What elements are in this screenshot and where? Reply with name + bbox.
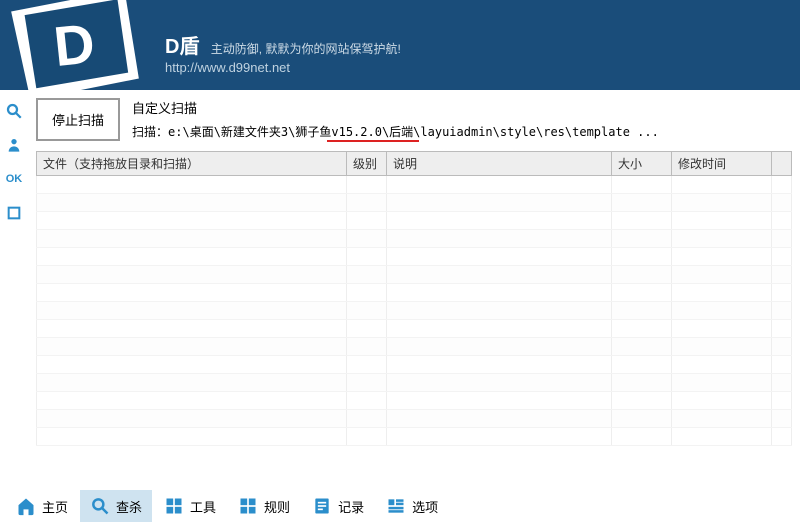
sidebar-ok-label[interactable]: OK bbox=[3, 168, 25, 190]
tab-options-label: 选项 bbox=[412, 497, 438, 516]
results-table[interactable]: 文件（支持拖放目录和扫描） 级别 说明 大小 修改时间 bbox=[36, 151, 792, 446]
col-size[interactable]: 大小 bbox=[612, 152, 672, 176]
table-row bbox=[37, 302, 792, 320]
stop-scan-button[interactable]: 停止扫描 bbox=[36, 98, 120, 141]
table-row bbox=[37, 266, 792, 284]
tab-scan[interactable]: 查杀 bbox=[80, 490, 152, 522]
col-mtime[interactable]: 修改时间 bbox=[672, 152, 772, 176]
tab-home[interactable]: 主页 bbox=[6, 490, 78, 522]
tab-rules-label: 规则 bbox=[264, 497, 290, 516]
scan-title: 自定义扫描 bbox=[132, 98, 792, 117]
table-row bbox=[37, 338, 792, 356]
content-area: 停止扫描 自定义扫描 扫描：e:\桌面\新建文件夹3\狮子鱼v15.2.0\后端… bbox=[28, 90, 800, 470]
tab-tools[interactable]: 工具 bbox=[154, 490, 226, 522]
results-body bbox=[37, 176, 792, 446]
table-row bbox=[37, 320, 792, 338]
app-subtitle: 主动防御, 默默为你的网站保驾护航! bbox=[211, 42, 401, 56]
tab-scan-label: 查杀 bbox=[116, 497, 142, 516]
tab-log-label: 记录 bbox=[338, 497, 364, 516]
table-row bbox=[37, 176, 792, 194]
scan-path-highlight bbox=[327, 140, 419, 142]
table-row bbox=[37, 248, 792, 266]
sidebar-square-icon[interactable] bbox=[3, 202, 25, 224]
table-row bbox=[37, 374, 792, 392]
scan-path: 扫描：e:\桌面\新建文件夹3\狮子鱼v15.2.0\后端\layuiadmin… bbox=[132, 123, 659, 140]
tab-log[interactable]: 记录 bbox=[302, 490, 374, 522]
options-icon bbox=[386, 496, 406, 516]
home-icon bbox=[16, 496, 36, 516]
scan-path-value: e:\桌面\新建文件夹3\狮子鱼v15.2.0\后端\layuiadmin\st… bbox=[168, 125, 659, 139]
header-url[interactable]: http://www.d99net.net bbox=[165, 60, 290, 75]
table-row bbox=[37, 284, 792, 302]
app-header: D D盾 主动防御, 默默为你的网站保驾护航! http://www.d99ne… bbox=[0, 0, 800, 90]
col-desc[interactable]: 说明 bbox=[387, 152, 612, 176]
tab-rules[interactable]: 规则 bbox=[228, 490, 300, 522]
logo: D bbox=[10, 0, 146, 90]
sidebar: OK bbox=[0, 90, 28, 470]
rules-icon bbox=[238, 496, 258, 516]
search-icon bbox=[90, 496, 110, 516]
table-row bbox=[37, 410, 792, 428]
header-title-block: D盾 主动防御, 默默为你的网站保驾护航! bbox=[165, 30, 401, 59]
logo-letter: D bbox=[51, 11, 98, 78]
log-icon bbox=[312, 496, 332, 516]
table-row bbox=[37, 212, 792, 230]
tab-options[interactable]: 选项 bbox=[376, 490, 448, 522]
scan-path-prefix: 扫描： bbox=[132, 125, 168, 139]
tab-tools-label: 工具 bbox=[190, 497, 216, 516]
col-level[interactable]: 级别 bbox=[347, 152, 387, 176]
sidebar-search-icon[interactable] bbox=[3, 100, 25, 122]
tools-icon bbox=[164, 496, 184, 516]
table-row bbox=[37, 428, 792, 446]
app-title: D盾 bbox=[165, 30, 199, 59]
table-row bbox=[37, 356, 792, 374]
col-extra bbox=[772, 152, 792, 176]
table-row bbox=[37, 230, 792, 248]
col-file[interactable]: 文件（支持拖放目录和扫描） bbox=[37, 152, 347, 176]
bottom-tabs: 主页 查杀 工具 规则 记录 选项 bbox=[6, 486, 794, 526]
tab-home-label: 主页 bbox=[42, 497, 68, 516]
table-row bbox=[37, 392, 792, 410]
scan-topbar: 停止扫描 自定义扫描 扫描：e:\桌面\新建文件夹3\狮子鱼v15.2.0\后端… bbox=[36, 98, 792, 141]
sidebar-person-icon[interactable] bbox=[3, 134, 25, 156]
table-row bbox=[37, 194, 792, 212]
